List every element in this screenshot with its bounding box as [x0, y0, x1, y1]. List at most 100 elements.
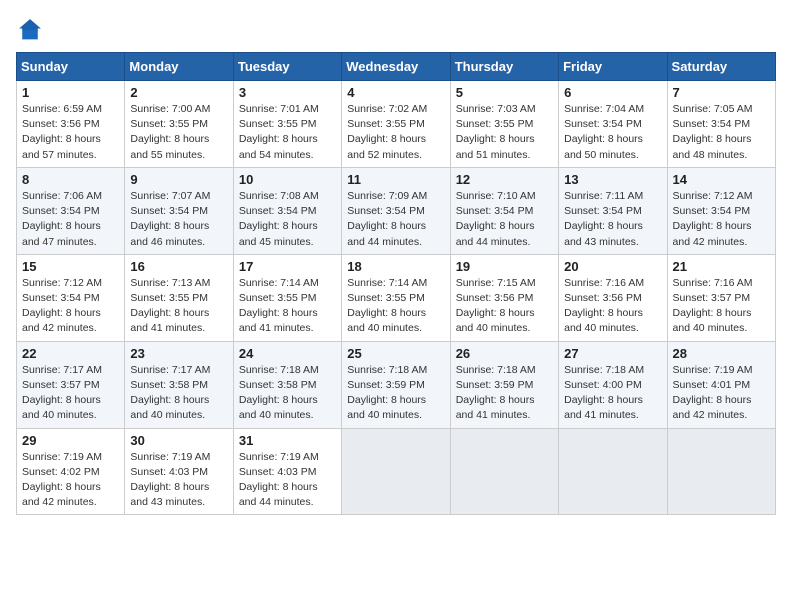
calendar-cell: 27 Sunrise: 7:18 AMSunset: 4:00 PMDayligh…: [559, 341, 667, 428]
calendar-cell: 17 Sunrise: 7:14 AMSunset: 3:55 PMDayligh…: [233, 254, 341, 341]
calendar-cell: 5 Sunrise: 7:03 AMSunset: 3:55 PMDaylight…: [450, 81, 558, 168]
calendar-cell: 25Sunrise: 7:18 AMSunset: 3:59 PMDayligh…: [342, 341, 450, 428]
day-number: 27: [564, 346, 661, 361]
day-info: Sunrise: 7:02 AMSunset: 3:55 PMDaylight:…: [347, 102, 444, 163]
calendar-cell: 22 Sunrise: 7:17 AMSunset: 3:57 PMDayligh…: [17, 341, 125, 428]
calendar-cell: 4Sunrise: 7:02 AMSunset: 3:55 PMDaylight…: [342, 81, 450, 168]
weekday-header-cell: Friday: [559, 53, 667, 81]
calendar-cell: 10Sunrise: 7:08 AMSunset: 3:54 PMDayligh…: [233, 167, 341, 254]
calendar-cell: 14 Sunrise: 7:12 AMSunset: 3:54 PMDayligh…: [667, 167, 775, 254]
calendar-cell: 30Sunrise: 7:19 AMSunset: 4:03 PMDayligh…: [125, 428, 233, 515]
day-number: 5: [456, 85, 553, 100]
day-number: 31: [239, 433, 336, 448]
calendar-cell: 24 Sunrise: 7:18 AMSunset: 3:58 PMDayligh…: [233, 341, 341, 428]
day-number: 9: [130, 172, 227, 187]
calendar-cell: 11Sunrise: 7:09 AMSunset: 3:54 PMDayligh…: [342, 167, 450, 254]
weekday-header-cell: Monday: [125, 53, 233, 81]
calendar-cell: [342, 428, 450, 515]
calendar-cell: 2 Sunrise: 7:00 AMSunset: 3:55 PMDaylight…: [125, 81, 233, 168]
day-info: Sunrise: 7:19 AMSunset: 4:02 PMDaylight:…: [22, 450, 119, 511]
day-info: Sunrise: 7:18 AMSunset: 3:59 PMDaylight:…: [347, 363, 444, 424]
calendar-cell: 21Sunrise: 7:16 AMSunset: 3:57 PMDayligh…: [667, 254, 775, 341]
day-number: 1: [22, 85, 119, 100]
day-info: Sunrise: 7:16 AMSunset: 3:56 PMDaylight:…: [564, 276, 661, 337]
calendar-cell: 19 Sunrise: 7:15 AMSunset: 3:56 PMDayligh…: [450, 254, 558, 341]
calendar-cell: 6 Sunrise: 7:04 AMSunset: 3:54 PMDaylight…: [559, 81, 667, 168]
day-info: Sunrise: 7:01 AMSunset: 3:55 PMDaylight:…: [239, 102, 336, 163]
day-number: 28: [673, 346, 770, 361]
calendar-cell: 28 Sunrise: 7:19 AMSunset: 4:01 PMDayligh…: [667, 341, 775, 428]
calendar-week-row: 29 Sunrise: 7:19 AMSunset: 4:02 PMDayligh…: [17, 428, 776, 515]
day-number: 11: [347, 172, 444, 187]
day-info: Sunrise: 7:18 AMSunset: 3:58 PMDaylight:…: [239, 363, 336, 424]
page-header: [16, 16, 776, 44]
calendar-week-row: 22 Sunrise: 7:17 AMSunset: 3:57 PMDayligh…: [17, 341, 776, 428]
calendar-cell: 8 Sunrise: 7:06 AMSunset: 3:54 PMDaylight…: [17, 167, 125, 254]
day-number: 7: [673, 85, 770, 100]
day-number: 14: [673, 172, 770, 187]
weekday-header-cell: Sunday: [17, 53, 125, 81]
weekday-header-cell: Tuesday: [233, 53, 341, 81]
day-number: 29: [22, 433, 119, 448]
day-info: Sunrise: 7:08 AMSunset: 3:54 PMDaylight:…: [239, 189, 336, 250]
day-info: Sunrise: 7:06 AMSunset: 3:54 PMDaylight:…: [22, 189, 119, 250]
calendar-table: SundayMondayTuesdayWednesdayThursdayFrid…: [16, 52, 776, 515]
day-info: Sunrise: 7:05 AMSunset: 3:54 PMDaylight:…: [673, 102, 770, 163]
day-info: Sunrise: 7:12 AMSunset: 3:54 PMDaylight:…: [673, 189, 770, 250]
day-info: Sunrise: 7:10 AMSunset: 3:54 PMDaylight:…: [456, 189, 553, 250]
day-number: 6: [564, 85, 661, 100]
calendar-week-row: 1 Sunrise: 6:59 AMSunset: 3:56 PMDaylight…: [17, 81, 776, 168]
day-number: 18: [347, 259, 444, 274]
calendar-cell: 23 Sunrise: 7:17 AMSunset: 3:58 PMDayligh…: [125, 341, 233, 428]
calendar-cell: 9 Sunrise: 7:07 AMSunset: 3:54 PMDaylight…: [125, 167, 233, 254]
day-number: 2: [130, 85, 227, 100]
calendar-cell: 1 Sunrise: 6:59 AMSunset: 3:56 PMDaylight…: [17, 81, 125, 168]
day-info: Sunrise: 7:15 AMSunset: 3:56 PMDaylight:…: [456, 276, 553, 337]
day-info: Sunrise: 7:11 AMSunset: 3:54 PMDaylight:…: [564, 189, 661, 250]
weekday-header-cell: Wednesday: [342, 53, 450, 81]
calendar-cell: 13 Sunrise: 7:11 AMSunset: 3:54 PMDayligh…: [559, 167, 667, 254]
calendar-cell: 26 Sunrise: 7:18 AMSunset: 3:59 PMDayligh…: [450, 341, 558, 428]
day-info: Sunrise: 7:18 AMSunset: 4:00 PMDaylight:…: [564, 363, 661, 424]
day-number: 26: [456, 346, 553, 361]
day-info: Sunrise: 7:13 AMSunset: 3:55 PMDaylight:…: [130, 276, 227, 337]
day-number: 20: [564, 259, 661, 274]
day-number: 15: [22, 259, 119, 274]
day-info: Sunrise: 7:18 AMSunset: 3:59 PMDaylight:…: [456, 363, 553, 424]
day-info: Sunrise: 7:03 AMSunset: 3:55 PMDaylight:…: [456, 102, 553, 163]
calendar-week-row: 8 Sunrise: 7:06 AMSunset: 3:54 PMDaylight…: [17, 167, 776, 254]
calendar-cell: 20 Sunrise: 7:16 AMSunset: 3:56 PMDayligh…: [559, 254, 667, 341]
day-number: 19: [456, 259, 553, 274]
calendar-cell: [450, 428, 558, 515]
day-info: Sunrise: 7:07 AMSunset: 3:54 PMDaylight:…: [130, 189, 227, 250]
logo-icon: [16, 16, 44, 44]
calendar-cell: 12 Sunrise: 7:10 AMSunset: 3:54 PMDayligh…: [450, 167, 558, 254]
calendar-cell: [559, 428, 667, 515]
day-info: Sunrise: 7:00 AMSunset: 3:55 PMDaylight:…: [130, 102, 227, 163]
weekday-header-cell: Thursday: [450, 53, 558, 81]
day-number: 23: [130, 346, 227, 361]
day-number: 30: [130, 433, 227, 448]
day-number: 16: [130, 259, 227, 274]
calendar-cell: 7 Sunrise: 7:05 AMSunset: 3:54 PMDaylight…: [667, 81, 775, 168]
calendar-cell: 18 Sunrise: 7:14 AMSunset: 3:55 PMDayligh…: [342, 254, 450, 341]
day-number: 8: [22, 172, 119, 187]
day-info: Sunrise: 7:17 AMSunset: 3:57 PMDaylight:…: [22, 363, 119, 424]
day-info: Sunrise: 7:12 AMSunset: 3:54 PMDaylight:…: [22, 276, 119, 337]
day-info: Sunrise: 6:59 AMSunset: 3:56 PMDaylight:…: [22, 102, 119, 163]
day-info: Sunrise: 7:19 AMSunset: 4:01 PMDaylight:…: [673, 363, 770, 424]
day-info: Sunrise: 7:17 AMSunset: 3:58 PMDaylight:…: [130, 363, 227, 424]
weekday-header-row: SundayMondayTuesdayWednesdayThursdayFrid…: [17, 53, 776, 81]
day-info: Sunrise: 7:04 AMSunset: 3:54 PMDaylight:…: [564, 102, 661, 163]
day-info: Sunrise: 7:16 AMSunset: 3:57 PMDaylight:…: [673, 276, 770, 337]
day-number: 22: [22, 346, 119, 361]
day-number: 17: [239, 259, 336, 274]
day-info: Sunrise: 7:14 AMSunset: 3:55 PMDaylight:…: [347, 276, 444, 337]
day-number: 24: [239, 346, 336, 361]
calendar-week-row: 15 Sunrise: 7:12 AMSunset: 3:54 PMDayligh…: [17, 254, 776, 341]
day-number: 13: [564, 172, 661, 187]
day-info: Sunrise: 7:14 AMSunset: 3:55 PMDaylight:…: [239, 276, 336, 337]
day-number: 3: [239, 85, 336, 100]
calendar-cell: 16 Sunrise: 7:13 AMSunset: 3:55 PMDayligh…: [125, 254, 233, 341]
day-number: 12: [456, 172, 553, 187]
